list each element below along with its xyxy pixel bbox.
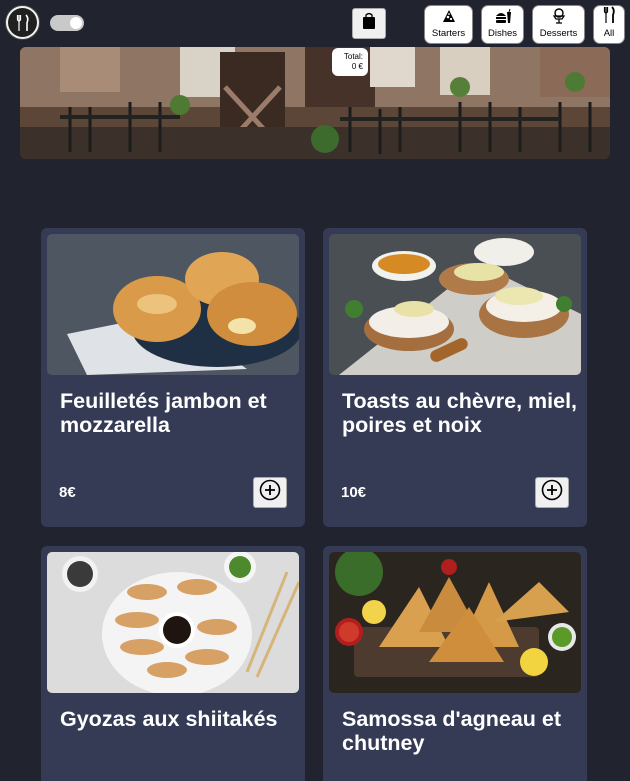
ice-cream-icon: [551, 8, 567, 28]
product-card[interactable]: Toasts au chèvre, miel, poires et noix 1…: [323, 228, 587, 527]
product-card[interactable]: Samossa d'agneau et chutney: [323, 546, 587, 781]
product-image: [47, 552, 299, 693]
fork-knife-icon: [8, 8, 37, 37]
nav-label-starters: Starters: [431, 28, 466, 39]
product-card[interactable]: Feuilletés jambon et mozzarella 8€: [41, 228, 305, 527]
plus-circle-icon: [259, 479, 281, 506]
product-image: [329, 552, 581, 693]
total-value: 0 €: [351, 62, 363, 71]
add-to-cart-button[interactable]: [535, 477, 569, 508]
burger-drink-icon: [494, 8, 512, 28]
fork-knife-icon: [602, 6, 616, 28]
nav-desserts-button[interactable]: Desserts: [532, 5, 585, 44]
plus-circle-icon: [541, 479, 563, 506]
product-card[interactable]: Gyozas aux shiitakés: [41, 546, 305, 781]
nav-dishes-button[interactable]: Dishes: [481, 5, 524, 44]
product-image: [47, 234, 299, 375]
product-name: Toasts au chèvre, miel, poires et noix: [342, 389, 578, 437]
nav-label-desserts: Desserts: [539, 28, 578, 39]
product-name: Gyozas aux shiitakés: [60, 707, 278, 731]
pizza-slice-icon: [441, 8, 457, 28]
hero-image: [20, 47, 610, 159]
shopping-bag-icon: [362, 12, 376, 35]
product-price: 8€: [59, 484, 76, 501]
theme-toggle[interactable]: [50, 15, 84, 31]
nav-label-dishes: Dishes: [487, 28, 518, 39]
cart-button[interactable]: [352, 8, 386, 39]
product-name: Feuilletés jambon et mozzarella: [60, 389, 267, 437]
product-image: [329, 234, 581, 375]
nav-label-all: All: [603, 28, 615, 39]
product-name: Samossa d'agneau et chutney: [342, 707, 561, 755]
cart-total: Total: 0 €: [332, 48, 368, 76]
add-to-cart-button[interactable]: [253, 477, 287, 508]
logo[interactable]: [5, 5, 40, 40]
nav-all-button[interactable]: All: [593, 5, 625, 44]
nav-starters-button[interactable]: Starters: [424, 5, 473, 44]
total-label: Total:: [343, 52, 363, 61]
product-price: 10€: [341, 484, 367, 501]
